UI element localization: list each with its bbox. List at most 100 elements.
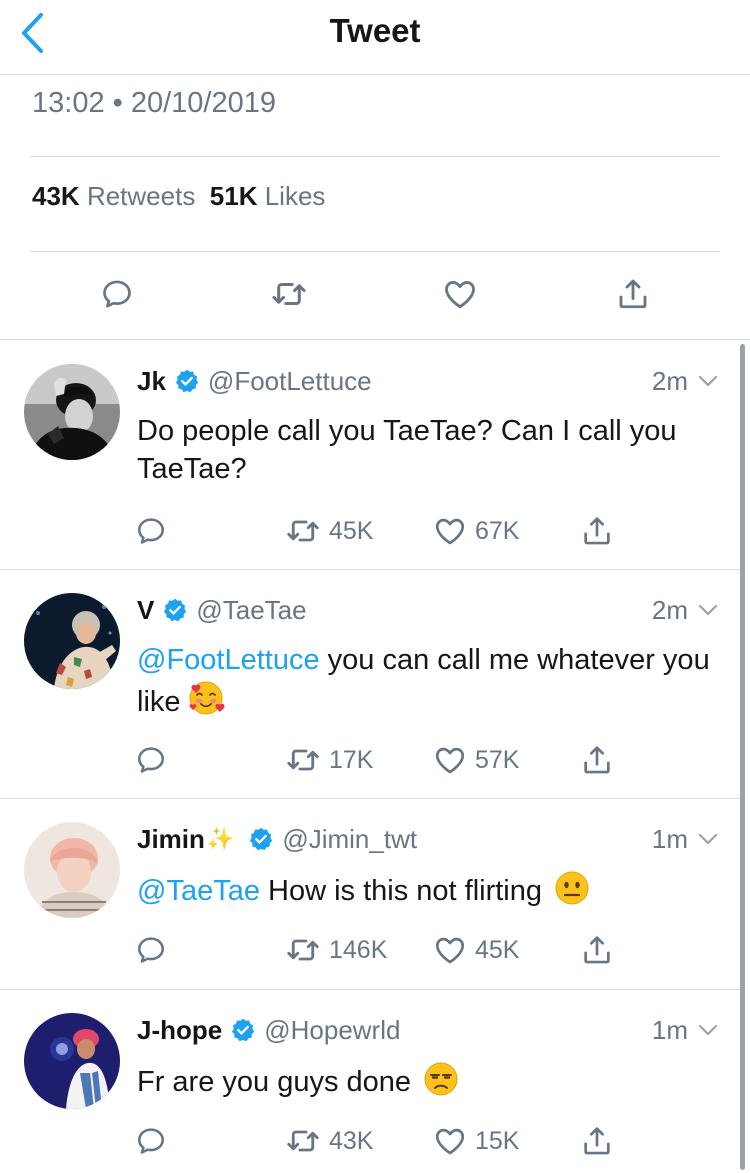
smiling-face-with-hearts-icon — [187, 679, 225, 727]
like-count: 15K — [475, 1126, 520, 1155]
verified-badge-icon — [248, 826, 274, 852]
share-button[interactable] — [613, 274, 653, 314]
reply-actions: 45K 67K — [0, 513, 740, 549]
verified-badge-icon — [162, 597, 188, 623]
reply-button[interactable] — [97, 274, 137, 314]
like-button[interactable]: 57K — [433, 742, 519, 778]
reply-item[interactable]: Jk @FootLettuce 2m Do people call you Ta… — [0, 341, 740, 570]
display-name[interactable]: J-hope — [137, 1015, 222, 1046]
reply-actions: 17K 57K — [0, 742, 740, 778]
reply-author: J-hope @Hopewrld — [137, 1014, 400, 1046]
user-handle[interactable]: @Jimin_twt — [282, 824, 417, 855]
mention-link[interactable]: @FootLettuce — [137, 644, 320, 676]
reply-icon — [135, 515, 167, 547]
reply-author: Jimin ✨ @Jimin_twt — [137, 823, 417, 855]
reply-time: 1m — [652, 823, 720, 855]
share-icon — [580, 514, 614, 548]
retweet-icon — [285, 513, 321, 549]
retweet-count: 43K — [329, 1126, 374, 1155]
retweet-icon — [285, 1123, 321, 1159]
display-name[interactable]: V — [137, 595, 154, 626]
reply-item[interactable]: V @TaeTae 2m @FootLettuce you can call m… — [0, 570, 740, 799]
verified-badge-icon — [230, 1017, 256, 1043]
retweet-button[interactable]: 45K — [285, 513, 373, 549]
chevron-down-icon[interactable] — [696, 827, 720, 851]
nav-header: Tweet — [0, 0, 750, 75]
user-handle[interactable]: @TaeTae — [196, 595, 306, 626]
reply-text: @FootLettuce you can call me whatever yo… — [137, 641, 727, 727]
display-name[interactable]: Jimin — [137, 824, 205, 855]
reply-text-body: How is this not flirting — [259, 875, 542, 907]
reply-text: Do people call you TaeTae? Can I call yo… — [137, 415, 677, 485]
chevron-down-icon[interactable] — [696, 369, 720, 393]
retweet-button[interactable] — [269, 274, 309, 314]
reply-author: V @TaeTae — [137, 594, 307, 626]
neutral-face-icon — [554, 870, 590, 916]
reply-actions: 146K 45K — [0, 932, 740, 968]
reply-time-text: 1m — [651, 823, 688, 854]
reply-text-body: Fr are you guys done — [137, 1066, 412, 1098]
chevron-down-icon[interactable] — [696, 598, 720, 622]
unamused-face-icon — [423, 1061, 459, 1107]
retweets-stat[interactable]: 43K Retweets — [32, 181, 195, 211]
retweet-button[interactable]: 146K — [285, 932, 387, 968]
retweet-button[interactable]: 17K — [285, 742, 373, 778]
reply-icon — [135, 1125, 167, 1157]
reply-time: 1m — [652, 1014, 720, 1046]
reply-item[interactable]: J-hope @Hopewrld 1m Fr are you guys done… — [0, 990, 740, 1173]
reply-text: @TaeTae How is this not flirting — [137, 870, 727, 916]
share-button[interactable] — [580, 1123, 614, 1159]
tweet-actions — [0, 252, 750, 340]
like-icon — [433, 1124, 467, 1158]
reply-button[interactable] — [135, 1123, 167, 1159]
avatar[interactable] — [24, 1013, 120, 1109]
like-button[interactable]: 45K — [433, 932, 519, 968]
retweet-count: 146K — [329, 935, 388, 964]
retweet-count: 17K — [329, 745, 374, 774]
likes-label: Likes — [264, 181, 326, 211]
user-handle[interactable]: @FootLettuce — [208, 366, 372, 397]
share-icon — [580, 933, 614, 967]
like-count: 57K — [475, 745, 520, 774]
like-button[interactable]: 67K — [433, 513, 519, 549]
reply-item[interactable]: Jimin ✨ @Jimin_twt 1m @TaeTae How is thi… — [0, 799, 740, 990]
like-button[interactable]: 15K — [433, 1123, 519, 1159]
reply-time: 2m — [652, 594, 720, 626]
tweet-timestamp: 13:02 • 20/10/2019 — [32, 87, 276, 119]
display-name[interactable]: Jk — [137, 366, 166, 397]
reply-time: 2m — [652, 365, 720, 397]
verified-badge-icon — [174, 368, 200, 394]
likes-stat[interactable]: 51K Likes — [210, 181, 326, 211]
reply-button[interactable] — [135, 932, 167, 968]
scrollbar[interactable] — [740, 344, 745, 1170]
reply-time-text: 2m — [651, 594, 688, 625]
like-button[interactable] — [440, 274, 480, 314]
mention-link[interactable]: @TaeTae — [137, 875, 260, 907]
retweet-icon — [285, 932, 321, 968]
divider — [30, 156, 720, 157]
retweet-icon — [285, 742, 321, 778]
avatar[interactable] — [24, 364, 120, 460]
chevron-down-icon[interactable] — [696, 1018, 720, 1042]
retweets-label: Retweets — [86, 181, 196, 211]
share-button[interactable] — [580, 742, 614, 778]
avatar[interactable] — [24, 822, 120, 918]
like-icon — [442, 276, 478, 312]
avatar[interactable] — [24, 593, 120, 689]
retweet-icon — [270, 275, 308, 313]
share-button[interactable] — [580, 513, 614, 549]
share-icon — [580, 743, 614, 777]
reply-button[interactable] — [135, 742, 167, 778]
reply-time-text: 1m — [651, 1014, 688, 1045]
reply-icon — [100, 277, 134, 311]
retweets-count: 43K — [32, 181, 80, 211]
likes-count: 51K — [209, 181, 258, 211]
share-icon — [580, 1124, 614, 1158]
retweet-button[interactable]: 43K — [285, 1123, 373, 1159]
share-button[interactable] — [580, 932, 614, 968]
reply-author: Jk @FootLettuce — [137, 365, 372, 397]
user-handle[interactable]: @Hopewrld — [264, 1015, 400, 1046]
like-count: 45K — [475, 935, 520, 964]
reply-button[interactable] — [135, 513, 167, 549]
retweet-count: 45K — [329, 516, 374, 545]
